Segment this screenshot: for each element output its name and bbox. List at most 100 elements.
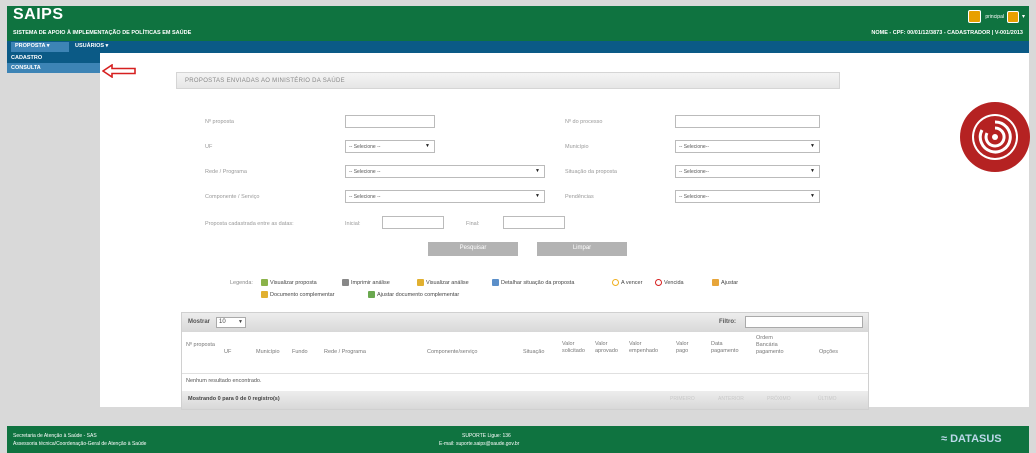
limpar-button[interactable]: Limpar — [537, 242, 627, 256]
label-rede-programa: Rede / Programa — [205, 169, 247, 175]
app-footer: Secretaria de Atenção à Saúde - SAS Asse… — [7, 426, 1029, 453]
menu-item-cadastro[interactable]: CADASTRO — [7, 53, 100, 63]
legend-text: Imprimir análise — [351, 279, 390, 286]
pendencias-select-value: -- Selecione-- — [679, 194, 710, 200]
col-numero-proposta[interactable]: Nº proposta — [186, 342, 216, 349]
proposta-dropdown: CADASTRO CONSULTA — [7, 53, 100, 73]
col-data-pagamento[interactable]: Data pagamento — [711, 341, 739, 355]
footer-email: E-mail: suporte.saips@saude.gov.br — [439, 441, 520, 447]
filtro-label: Filtro: — [719, 319, 736, 325]
pendencias-select[interactable]: -- Selecione-- ▼ — [675, 190, 820, 203]
edit-document-icon — [368, 291, 375, 298]
label-inicial: Inicial: — [345, 221, 361, 227]
pager-first[interactable]: PRIMEIRO — [670, 396, 695, 402]
pager-last[interactable]: ÚLTIMO — [818, 396, 837, 402]
col-componente[interactable]: Componente/serviço — [427, 349, 477, 356]
legend-vencida: Vencida — [655, 279, 684, 286]
data-inicial-input[interactable] — [382, 216, 444, 229]
col-valor-empenhado[interactable]: Valor empenhado — [629, 341, 659, 355]
situacao-select-value: -- Selecione-- — [679, 169, 710, 175]
mostrar-label: Mostrar — [188, 319, 211, 325]
col-opcoes[interactable]: Opções — [819, 349, 838, 356]
col-valor-pago[interactable]: Valor pago — [676, 341, 696, 355]
page-size-value: 10 — [219, 319, 226, 325]
legend-label: Legenda: — [230, 280, 253, 286]
details-icon — [492, 279, 499, 286]
situacao-select[interactable]: -- Selecione-- ▼ — [675, 165, 820, 178]
page-size-select[interactable]: 10 ▼ — [216, 317, 246, 328]
numero-processo-input[interactable] — [675, 115, 820, 128]
col-ordem-bancaria[interactable]: Ordem Bancária pagamento — [756, 335, 792, 356]
rede-programa-select[interactable]: -- Selecione -- ▼ — [345, 165, 545, 178]
legend-visualizar-proposta: Visualizar proposta — [261, 279, 317, 286]
menu-usuarios[interactable]: USUÁRIOS ▾ — [75, 43, 108, 49]
red-arrow-icon — [102, 64, 136, 78]
col-municipio[interactable]: Município — [256, 349, 280, 356]
legend-text: A vencer — [621, 279, 643, 286]
user-info: NOME - CPF: 00/01/12/3873 - CADASTRADOR … — [871, 30, 1023, 36]
footer-assessoria: Assessoria técnica/Coordenação-Geral de … — [13, 441, 147, 447]
data-final-input[interactable] — [503, 216, 565, 229]
pesquisar-button[interactable]: Pesquisar — [428, 242, 518, 256]
folder-icon — [261, 291, 268, 298]
pencil-icon — [712, 279, 719, 286]
col-fundo[interactable]: Fundo — [292, 349, 308, 356]
filtro-input[interactable] — [745, 316, 863, 328]
saips-logo: SAIPS — [13, 6, 64, 23]
legend-documento-complementar: Documento complementar — [261, 291, 335, 298]
uf-select[interactable]: -- Selecione -- ▼ — [345, 140, 435, 153]
label-pendencias: Pendências — [565, 194, 594, 200]
legend-text: Visualizar análise — [426, 279, 469, 286]
alarm-icon — [655, 279, 662, 286]
chevron-down-icon: ▼ — [425, 143, 430, 149]
numero-proposta-input[interactable] — [345, 115, 435, 128]
top-icons: principal ▾ — [968, 10, 1025, 23]
label-uf: UF — [205, 144, 213, 150]
chevron-down-icon: ▼ — [238, 319, 243, 325]
home-icon[interactable] — [968, 10, 982, 23]
table-footer: Mostrando 0 para 0 de 0 registro(s) PRIM… — [182, 391, 868, 409]
menu-bar: PROPOSTA ▾ USUÁRIOS ▾ — [7, 41, 1029, 53]
exit-icon[interactable] — [1006, 10, 1019, 23]
row-divider — [182, 373, 868, 374]
legend-a-vencer: A vencer — [612, 279, 642, 286]
pager-next[interactable]: PRÓXIMO — [767, 396, 791, 402]
legend-imprimir-analise: Imprimir análise — [342, 279, 390, 286]
legend-text: Ajustar — [721, 279, 739, 286]
empty-row: Nenhum resultado encontrado. — [186, 378, 262, 384]
menu-proposta[interactable]: PROPOSTA ▾ — [11, 42, 69, 52]
label-numero-proposta: Nº proposta — [205, 119, 234, 125]
datasus-mark-icon: ≈ — [941, 433, 951, 445]
pager-prev[interactable]: ANTERIOR — [718, 396, 744, 402]
label-situacao: Situação da proposta — [565, 169, 617, 175]
col-valor-solicitado[interactable]: Valor solicitado — [562, 341, 590, 355]
printer-icon — [342, 279, 349, 286]
footer-suporte: SUPORTE Ligue: 136 — [462, 433, 511, 439]
panel-header: PROPOSTAS ENVIADAS AO MINISTÉRIO DA SAÚD… — [176, 72, 840, 89]
legend-visualizar-analise: Visualizar análise — [417, 279, 469, 286]
chevron-down-icon: ▼ — [810, 193, 815, 199]
label-componente: Componente / Serviço — [205, 194, 260, 200]
chevron-down-icon: ▼ — [810, 143, 815, 149]
chevron-down-icon: ▼ — [535, 193, 540, 199]
legend-ajustar: Ajustar — [712, 279, 738, 286]
componente-select-value: -- Selecione -- — [349, 194, 381, 200]
rede-programa-value: -- Selecione -- — [349, 169, 381, 175]
municipio-select[interactable]: -- Selecione-- ▼ — [675, 140, 820, 153]
col-uf[interactable]: UF — [224, 349, 231, 356]
label-municipio: Município — [565, 144, 589, 150]
document-icon — [417, 279, 424, 286]
menu-item-consulta[interactable]: CONSULTA — [7, 63, 100, 73]
col-situacao[interactable]: Situação — [523, 349, 544, 356]
col-valor-aprovado[interactable]: Valor aprovado — [595, 341, 623, 355]
chevron-down-icon: ▼ — [810, 168, 815, 174]
legend-text: Visualizar proposta — [270, 279, 317, 286]
label-numero-processo: Nº do processo — [565, 119, 603, 125]
col-rede-programa[interactable]: Rede / Programa — [324, 349, 366, 356]
system-subtitle: SISTEMA DE APOIO À IMPLEMENTAÇÃO DE POLÍ… — [13, 30, 192, 36]
chevron-down-icon: ▾ — [1021, 14, 1025, 20]
legend-text: Ajustar documento complementar — [377, 291, 460, 298]
legend-detalhar-situacao: Detalhar situação da proposta — [492, 279, 574, 286]
componente-select[interactable]: -- Selecione -- ▼ — [345, 190, 545, 203]
home-label[interactable]: principal — [985, 14, 1004, 20]
